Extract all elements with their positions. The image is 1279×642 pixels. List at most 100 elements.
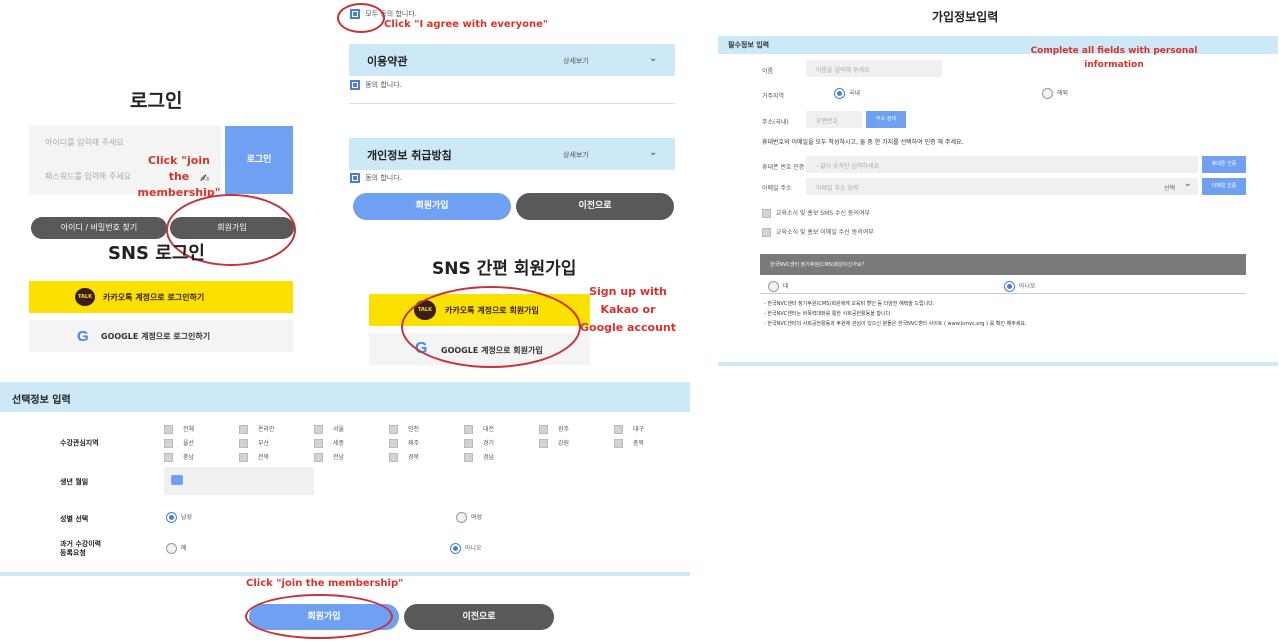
- google-signup-button[interactable]: G GOOGLE 계정으로 회원가입: [369, 333, 590, 365]
- sms-consent-checkbox[interactable]: [762, 209, 771, 218]
- region-checkbox[interactable]: [314, 453, 323, 462]
- cms-yes-option[interactable]: 네: [768, 281, 788, 292]
- region-checkbox[interactable]: [464, 453, 473, 462]
- region-option[interactable]: 대전: [464, 424, 494, 434]
- login-button[interactable]: 로그인: [225, 126, 293, 194]
- cms-yes-radio[interactable]: [768, 281, 779, 292]
- privacy-policy-title: 개인정보 취급방침: [367, 149, 452, 162]
- region-option[interactable]: 경남: [464, 452, 494, 462]
- region-checkbox[interactable]: [389, 453, 398, 462]
- region-option[interactable]: 온라인: [239, 424, 275, 434]
- terms-of-use-header[interactable]: 이용약관 상세보기 ⌄: [349, 44, 675, 76]
- region-option[interactable]: 경북: [389, 452, 419, 462]
- privacy-policy-detail-link[interactable]: 상세보기: [563, 150, 589, 160]
- name-placeholder: 이름을 입력해 주세요: [816, 67, 870, 74]
- bottom-prev-button[interactable]: 이전으로: [404, 604, 554, 630]
- residence-overseas-radio[interactable]: [1042, 88, 1053, 99]
- region-option[interactable]: 서울: [314, 424, 344, 434]
- region-checkbox[interactable]: [314, 425, 323, 434]
- history-no-option[interactable]: 아니오: [450, 543, 481, 554]
- bottom-join-button[interactable]: 회원가입: [249, 604, 399, 630]
- google-login-button[interactable]: G GOOGLE 계정으로 로그인하기: [29, 320, 293, 352]
- password-placeholder: 패스워드를 입력해 주세요: [45, 172, 132, 181]
- history-yes-option[interactable]: 예: [166, 543, 186, 554]
- region-checkbox[interactable]: [539, 439, 548, 448]
- email-consent-row[interactable]: 교육소식 및 홍보 이메일 수신 동의여부: [762, 227, 874, 237]
- privacy-policy-checkbox[interactable]: [350, 173, 360, 183]
- gender-female-option[interactable]: 여성: [456, 512, 482, 523]
- terms-of-use-detail-link[interactable]: 상세보기: [563, 56, 589, 66]
- region-checkbox[interactable]: [539, 425, 548, 434]
- bottom-join-label: 회원가입: [307, 612, 341, 622]
- region-checkbox[interactable]: [389, 425, 398, 434]
- gender-female-radio[interactable]: [456, 512, 467, 523]
- region-checkbox[interactable]: [464, 439, 473, 448]
- privacy-policy-agree-row[interactable]: 동의 합니다.: [350, 173, 402, 183]
- region-checkbox[interactable]: [239, 439, 248, 448]
- region-checkbox[interactable]: [614, 439, 623, 448]
- region-checkbox[interactable]: [614, 425, 623, 434]
- join-membership-button[interactable]: 회원가입: [170, 217, 294, 239]
- privacy-policy-header[interactable]: 개인정보 취급방침 상세보기 ⌄: [349, 138, 675, 170]
- region-checkbox[interactable]: [464, 425, 473, 434]
- region-option[interactable]: 대구: [614, 424, 644, 434]
- birth-date-input[interactable]: [164, 467, 314, 495]
- agree-all-row[interactable]: 모두 동의 합니다.: [350, 9, 417, 19]
- kakao-login-button[interactable]: TALK 카카오톡 계정으로 로그인하기: [29, 281, 293, 313]
- region-option[interactable]: 경기: [464, 438, 494, 448]
- region-checkbox[interactable]: [164, 453, 173, 462]
- residence-domestic-option[interactable]: 국내: [834, 88, 860, 99]
- kakao-signup-button[interactable]: TALK 카카오톡 계정으로 회원가입: [369, 294, 590, 326]
- zip-input[interactable]: 우편번호: [806, 111, 862, 128]
- agree-all-checkbox[interactable]: [350, 9, 360, 19]
- email-input[interactable]: 이메일 주소 입력 선택 ⌄: [806, 178, 1198, 195]
- region-option[interactable]: 인천: [389, 424, 419, 434]
- gender-male-option[interactable]: 남성: [166, 512, 192, 523]
- region-option[interactable]: 울산: [164, 438, 194, 448]
- region-option[interactable]: 전북: [239, 452, 269, 462]
- cms-no-option[interactable]: 아니오: [1004, 281, 1035, 292]
- email-label: 이메일 주소: [762, 185, 792, 192]
- address-search-button[interactable]: 주소 검색: [866, 111, 906, 128]
- region-checkbox[interactable]: [164, 425, 173, 434]
- residence-overseas-option[interactable]: 해외: [1042, 88, 1068, 99]
- email-verify-button[interactable]: 이메일 인증: [1202, 178, 1246, 195]
- chevron-down-icon[interactable]: ⌄: [1184, 179, 1192, 189]
- terms-prev-button[interactable]: 이전으로: [516, 193, 674, 220]
- region-label-text: 경기: [483, 440, 495, 447]
- email-consent-checkbox[interactable]: [762, 228, 771, 237]
- terms-of-use-agree-row[interactable]: 동의 합니다.: [350, 80, 402, 90]
- history-no-radio[interactable]: [450, 543, 461, 554]
- gender-male-radio[interactable]: [166, 512, 177, 523]
- terms-join-button[interactable]: 회원가입: [353, 193, 511, 220]
- region-option[interactable]: 충남: [164, 452, 194, 462]
- calendar-icon[interactable]: [171, 475, 183, 485]
- terms-of-use-checkbox[interactable]: [350, 80, 360, 90]
- region-checkbox[interactable]: [164, 439, 173, 448]
- region-checkbox[interactable]: [314, 439, 323, 448]
- region-option[interactable]: 강원: [539, 438, 569, 448]
- find-id-password-button[interactable]: 아이디 / 비밀번호 찾기: [31, 217, 167, 239]
- region-option[interactable]: 제주: [389, 438, 419, 448]
- bottom-join-annotation: Click "join the membership": [246, 578, 404, 589]
- region-option[interactable]: 충북: [614, 438, 644, 448]
- region-checkbox[interactable]: [389, 439, 398, 448]
- gender-label: 성별 선택: [60, 515, 89, 523]
- email-domain-select[interactable]: 선택: [1164, 183, 1175, 192]
- chevron-down-icon[interactable]: ⌄: [649, 147, 657, 158]
- phone-input[interactable]: - 없이 숫자만 입력하세요: [806, 156, 1198, 173]
- region-option[interactable]: 전남: [314, 452, 344, 462]
- residence-domestic-radio[interactable]: [834, 88, 845, 99]
- history-yes-radio[interactable]: [166, 543, 177, 554]
- region-option[interactable]: 전체: [164, 424, 194, 434]
- region-checkbox[interactable]: [239, 425, 248, 434]
- region-option[interactable]: 세종: [314, 438, 344, 448]
- cms-no-radio[interactable]: [1004, 281, 1015, 292]
- name-input[interactable]: 이름을 입력해 주세요: [806, 60, 942, 77]
- chevron-down-icon[interactable]: ⌄: [649, 53, 657, 64]
- phone-verify-button[interactable]: 휴대폰 인증: [1202, 156, 1246, 173]
- region-option[interactable]: 광주: [539, 424, 569, 434]
- region-checkbox[interactable]: [239, 453, 248, 462]
- region-option[interactable]: 부산: [239, 438, 269, 448]
- sms-consent-row[interactable]: 교육소식 및 홍보 SMS 수신 동의여부: [762, 208, 870, 218]
